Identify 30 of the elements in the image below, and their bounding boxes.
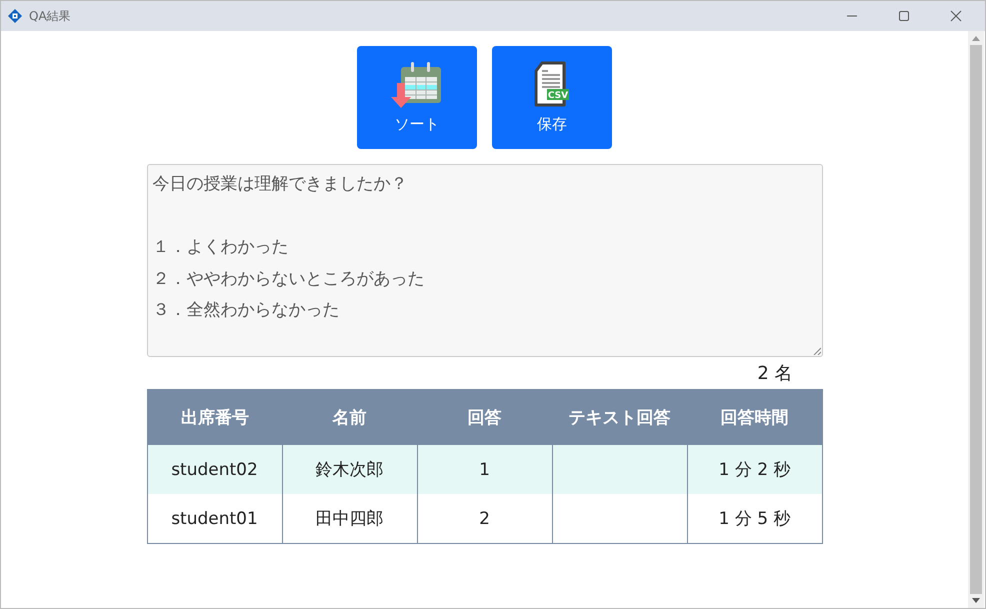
resize-grip-icon [812,347,820,355]
sort-button[interactable]: ソート [357,46,477,149]
respondent-count: 2 名 [757,362,792,385]
calendar-arrow-icon [391,61,443,109]
close-icon[interactable] [950,10,962,22]
column-header: 名前 [282,390,417,445]
scroll-down-icon[interactable] [972,598,980,604]
table-cell: 1 [417,445,552,494]
column-header: 回答時間 [687,390,822,445]
save-button[interactable]: CSV 保存 [492,46,612,149]
table-cell: 1 分 5 秒 [687,494,822,544]
table-cell: student01 [147,494,282,544]
answer-option: １．よくわかった [152,232,288,264]
answer-option: ２．ややわからないところがあった [152,264,424,295]
question-text: 今日の授業は理解できましたか？ [152,173,408,196]
maximize-icon[interactable] [898,10,910,22]
table-cell: 1 分 2 秒 [687,445,822,494]
question-field[interactable]: 今日の授業は理解できましたか？ １．よくわかった ２．ややわからないところがあった ３．全然わからなかった [146,164,822,357]
scrollbar-thumb[interactable] [970,45,982,594]
scrollbar[interactable] [968,31,984,608]
answer-option: ３．全然わからなかった [152,295,340,326]
column-header: 回答 [417,390,552,445]
table-cell: 鈴木次郎 [282,445,417,494]
table-cell: 2 [417,494,552,544]
table-cell: student02 [147,445,282,494]
table-cell: 田中四郎 [282,494,417,544]
column-header: 出席番号 [147,390,282,445]
column-header: テキスト回答 [552,390,687,445]
window-title: QA結果 [29,8,71,24]
app-icon [7,8,23,24]
